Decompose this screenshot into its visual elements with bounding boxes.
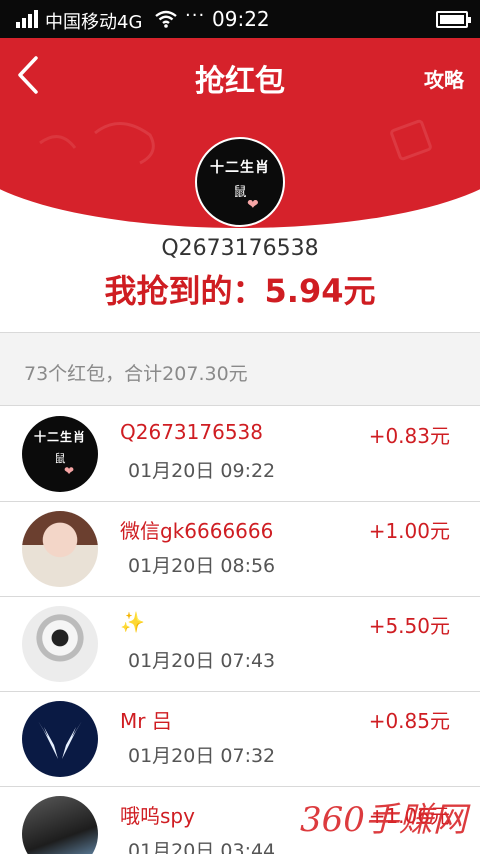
avatar [22, 796, 98, 854]
chevron-left-icon [18, 56, 38, 94]
record-amount: +0.85元 [368, 709, 450, 733]
watermark: 360手赚网 [300, 800, 467, 840]
record-amount: +1.00元 [368, 519, 450, 543]
record-name: Mr 吕 [120, 709, 172, 733]
more-dots-icon: ··· [185, 5, 206, 26]
wings-icon [36, 715, 84, 759]
avatar [22, 511, 98, 587]
record-time: 01月20日 03:44 [128, 840, 276, 854]
record-time: 01月20日 07:43 [128, 650, 276, 672]
list-item[interactable]: 十二生肖 鼠 ❤ Q2673176538 01月20日 09:22 +0.83元 [0, 407, 480, 502]
list-item[interactable]: 微信gk6666666 01月20日 08:56 +1.00元 [0, 502, 480, 597]
username: Q2673176538 [161, 236, 319, 261]
record-name: 微信gk6666666 [120, 519, 274, 543]
avatar [22, 701, 98, 777]
avatar [22, 606, 98, 682]
avatar: 十二生肖 鼠 ❤ [22, 416, 98, 492]
record-name: 哦呜spy [120, 804, 195, 828]
guide-button[interactable]: 攻略 [424, 64, 464, 93]
heart-icon: ❤ [247, 197, 259, 213]
record-list: 十二生肖 鼠 ❤ Q2673176538 01月20日 09:22 +0.83元… [0, 407, 480, 854]
clock: 09:22 [212, 7, 270, 31]
record-time: 01月20日 07:32 [128, 745, 276, 767]
user-avatar: 十二生肖 鼠 ❤ [195, 137, 285, 227]
received-amount: 我抢到的：5.94元 [104, 272, 376, 310]
summary-text: 73个红包，合计207.30元 [24, 363, 248, 385]
record-time: 01月20日 08:56 [128, 555, 276, 577]
screen: 中国移动4G ··· 09:22 抢红包 攻略 十二生肖 鼠 ❤ Q267317… [0, 0, 480, 854]
avatar-title: 十二生肖 [210, 160, 270, 176]
back-button[interactable] [8, 50, 52, 100]
header-bar: 抢红包 攻略 [0, 38, 480, 228]
battery-icon [436, 11, 471, 28]
record-name: Q2673176538 [120, 420, 263, 444]
summary-bar: 73个红包，合计207.30元 [0, 332, 480, 406]
record-amount: +5.50元 [368, 614, 450, 638]
status-bar: 中国移动4G ··· 09:22 [0, 0, 480, 38]
avatar-subtitle: 鼠 [54, 452, 66, 465]
signal-icon [16, 10, 38, 28]
heart-icon: ❤ [64, 464, 75, 478]
record-time: 01月20日 09:22 [128, 460, 276, 482]
record-amount: +0.83元 [368, 424, 450, 448]
carrier-label: 中国移动4G [45, 12, 143, 33]
wifi-icon [155, 10, 177, 28]
avatar-subtitle: 鼠 [233, 185, 247, 200]
list-item[interactable]: Mr 吕 01月20日 07:32 +0.85元 [0, 692, 480, 787]
list-item[interactable]: ✨ 01月20日 07:43 +5.50元 [0, 597, 480, 692]
record-name: ✨ [120, 610, 145, 634]
avatar-title: 十二生肖 [33, 430, 86, 444]
